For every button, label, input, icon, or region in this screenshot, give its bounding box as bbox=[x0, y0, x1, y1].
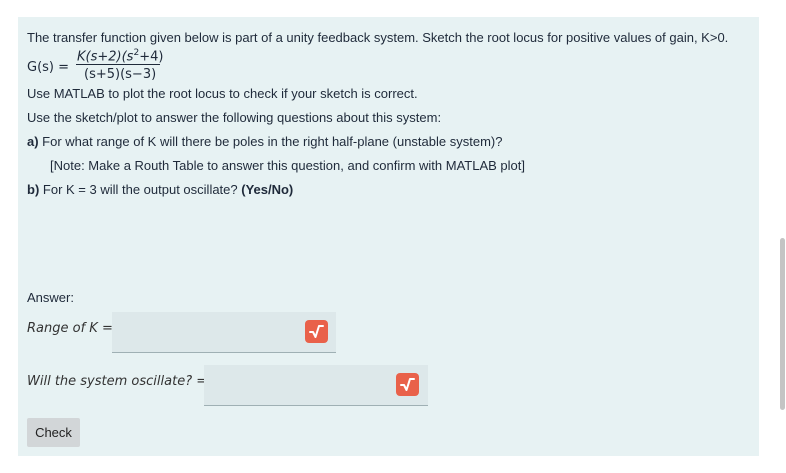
scrollbar-thumb[interactable] bbox=[780, 238, 785, 410]
part-b-suffix: (Yes/No) bbox=[241, 182, 294, 197]
range-label: Range of K = bbox=[27, 321, 113, 336]
part-b-text: For K = 3 will the output oscillate? bbox=[39, 182, 242, 197]
question-intro: The transfer function given below is par… bbox=[27, 30, 729, 45]
transfer-function-numerator: K(s+2)(s2+4) bbox=[77, 45, 163, 65]
fraction-bar bbox=[76, 64, 160, 65]
check-button[interactable]: Check bbox=[27, 418, 80, 447]
part-b: b) For K = 3 will the output oscillate? … bbox=[27, 182, 293, 198]
numerator-part-a: K(s+2)(s bbox=[77, 49, 134, 65]
transfer-function-lhs: G(s) = bbox=[27, 60, 70, 75]
part-a-note: [Note: Make a Routh Table to answer this… bbox=[50, 158, 525, 173]
matlab-instruction: Use MATLAB to plot the root locus to che… bbox=[27, 86, 418, 101]
oscillate-label: Will the system oscillate? = bbox=[27, 374, 208, 389]
page-scrollbar[interactable] bbox=[778, 0, 786, 473]
part-b-prefix: b) bbox=[27, 182, 40, 197]
numerator-part-b: +4) bbox=[139, 49, 164, 65]
part-a-prefix: a) bbox=[27, 134, 39, 149]
part-a-text: For what range of K will there be poles … bbox=[38, 134, 503, 149]
transfer-function-denominator: (s+5)(s−3) bbox=[84, 67, 157, 82]
answer-heading: Answer: bbox=[27, 290, 74, 305]
square-root-icon[interactable] bbox=[396, 373, 419, 396]
part-a: a) For what range of K will there be pol… bbox=[27, 134, 502, 150]
oscillate-input[interactable] bbox=[204, 365, 428, 406]
range-input[interactable] bbox=[112, 312, 336, 353]
instructions-text: Use the sketch/plot to answer the follow… bbox=[27, 110, 442, 125]
square-root-icon[interactable] bbox=[305, 320, 328, 343]
